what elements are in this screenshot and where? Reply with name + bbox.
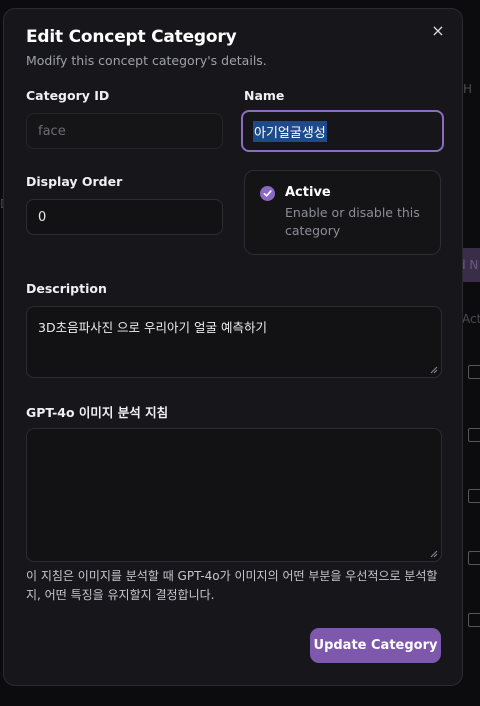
- background-text: Acti: [462, 312, 480, 326]
- description-label: Description: [26, 281, 107, 296]
- display-order-input[interactable]: 0: [26, 199, 223, 235]
- category-id-input: face: [26, 113, 223, 149]
- gpt-guidelines-label: GPT-4o 이미지 분석 지침: [26, 405, 169, 420]
- dialog-title: Edit Concept Category: [26, 27, 237, 47]
- resize-handle-icon[interactable]: [430, 550, 438, 558]
- resize-handle-icon[interactable]: [430, 366, 438, 374]
- category-id-label: Category ID: [26, 88, 110, 103]
- update-category-button[interactable]: Update Category: [310, 628, 441, 663]
- edit-category-dialog: × Edit Concept Category Modify this conc…: [3, 8, 463, 686]
- name-value: 아기얼굴생성: [253, 120, 327, 142]
- close-icon[interactable]: ×: [428, 21, 448, 41]
- edit-icon: [468, 551, 480, 565]
- gpt-guidelines-textarea[interactable]: [26, 428, 442, 562]
- description-value: 3D초음파사진 으로 우리아기 얼굴 예측하기: [38, 320, 267, 335]
- active-label: Active: [285, 185, 331, 200]
- name-input[interactable]: 아기얼굴생성: [241, 110, 444, 152]
- category-id-value: face: [38, 123, 66, 139]
- edit-icon: [468, 428, 480, 442]
- edit-icon: [468, 365, 480, 379]
- active-checkbox[interactable]: [260, 186, 275, 201]
- background-text: H: [463, 82, 473, 96]
- active-toggle-card[interactable]: Active Enable or disable this category: [244, 170, 441, 255]
- edit-icon: [468, 489, 480, 503]
- dialog-subtitle: Modify this concept category's details.: [26, 53, 267, 68]
- edit-icon: [468, 613, 480, 627]
- name-label: Name: [244, 88, 285, 103]
- check-icon: [263, 190, 272, 197]
- display-order-value: 0: [38, 209, 47, 225]
- gpt-guidelines-help: 이 지침은 이미지를 분석할 때 GPT-4o가 이미지의 어떤 부분을 우선적…: [26, 569, 438, 602]
- active-description: Enable or disable this category: [285, 205, 420, 238]
- display-order-label: Display Order: [26, 174, 123, 189]
- description-textarea[interactable]: 3D초음파사진 으로 우리아기 얼굴 예측하기: [26, 306, 442, 378]
